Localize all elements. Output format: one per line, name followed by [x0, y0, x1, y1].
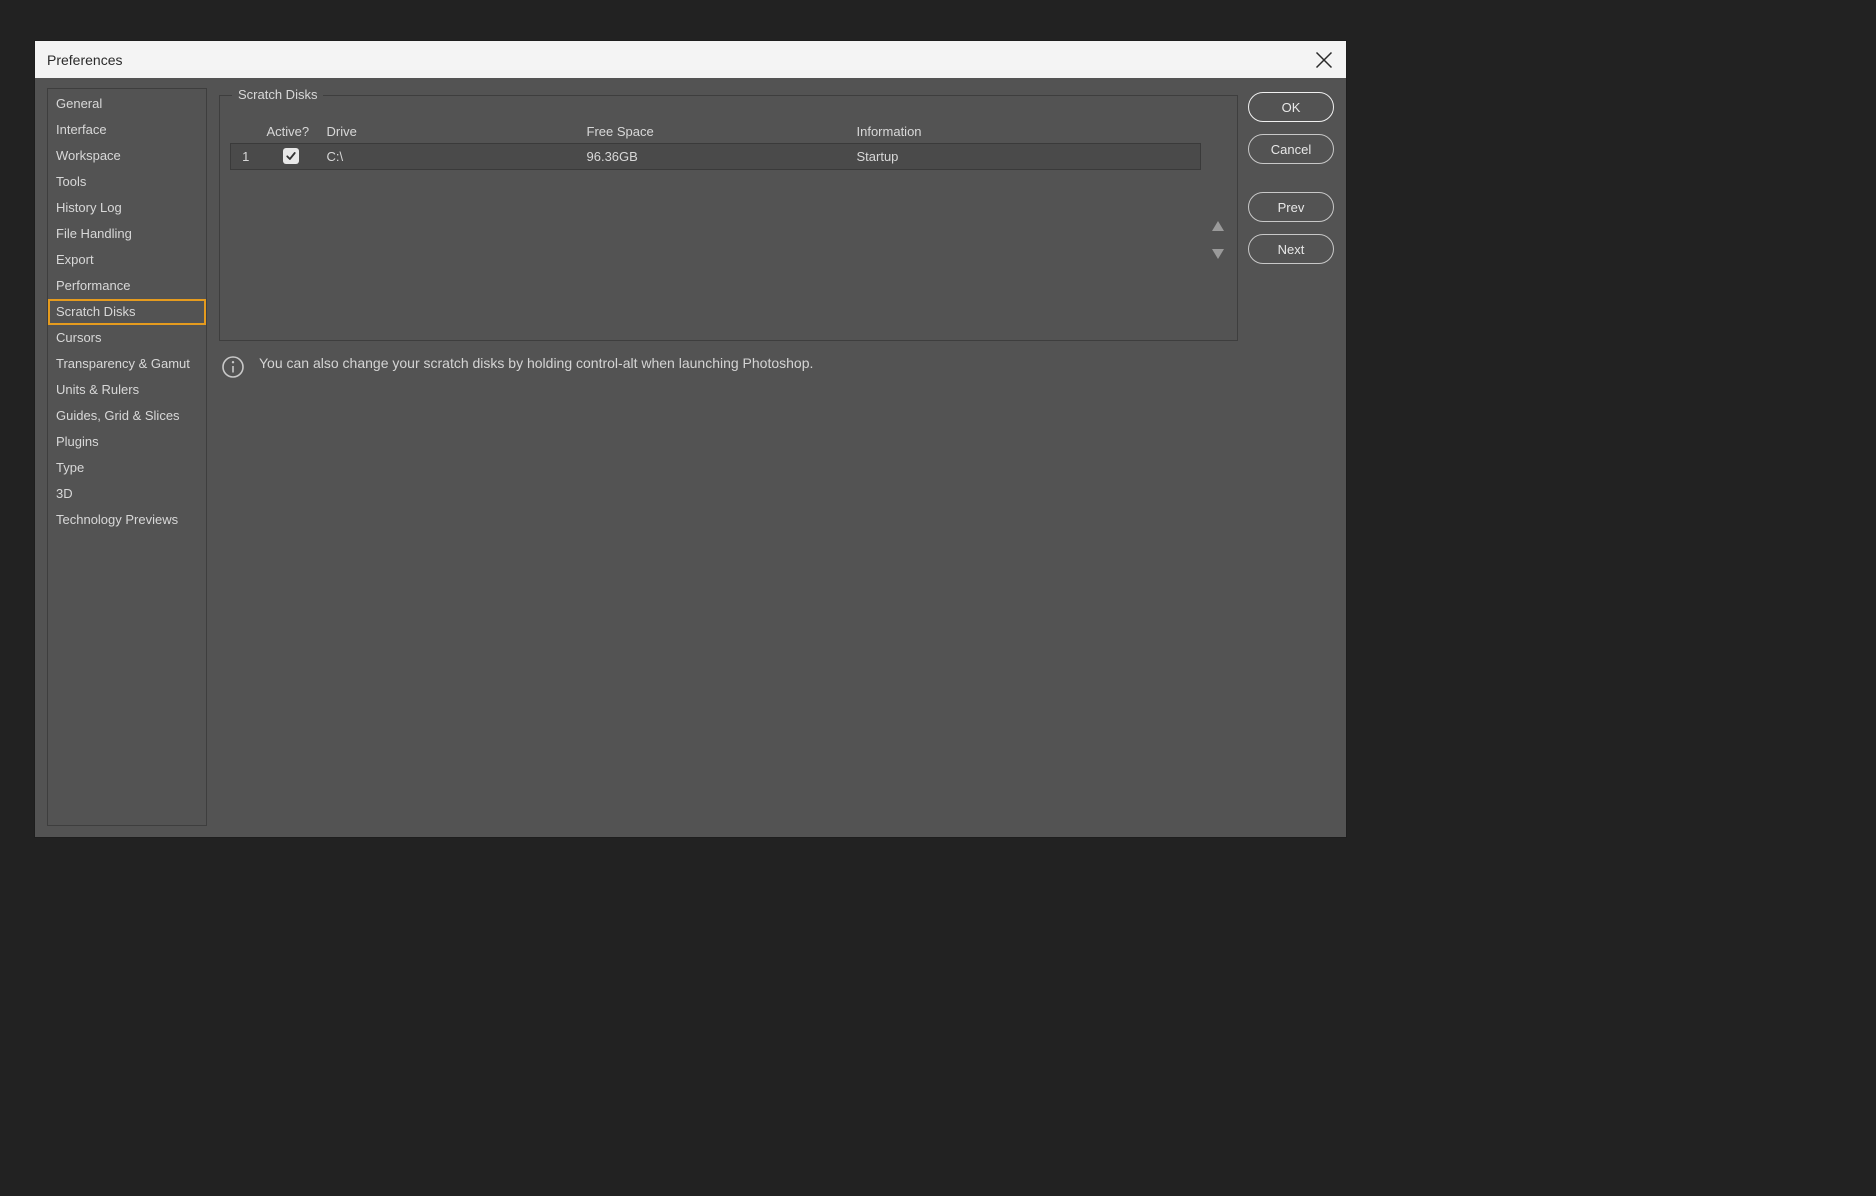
row-information: Startup [851, 144, 1201, 170]
sidebar-item-label: Transparency & Gamut [56, 356, 190, 371]
button-label: Cancel [1271, 142, 1311, 157]
sidebar-item-workspace[interactable]: Workspace [48, 143, 206, 169]
sidebar-item-guides-grid-slices[interactable]: Guides, Grid & Slices [48, 403, 206, 429]
sidebar: General Interface Workspace Tools Histor… [47, 88, 207, 826]
col-header-free-space: Free Space [581, 120, 851, 144]
fieldset-legend: Scratch Disks [232, 87, 323, 102]
sidebar-item-scratch-disks[interactable]: Scratch Disks [48, 299, 206, 325]
move-down-button[interactable] [1209, 245, 1227, 263]
hint-row: You can also change your scratch disks b… [219, 353, 1238, 379]
sidebar-item-label: Tools [56, 174, 86, 189]
sidebar-item-label: General [56, 96, 102, 111]
sidebar-item-type[interactable]: Type [48, 455, 206, 481]
sidebar-item-units-rulers[interactable]: Units & Rulers [48, 377, 206, 403]
triangle-up-icon [1212, 221, 1224, 231]
sidebar-item-label: Type [56, 460, 84, 475]
sidebar-item-label: Plugins [56, 434, 99, 449]
sidebar-item-tools[interactable]: Tools [48, 169, 206, 195]
sidebar-item-label: Scratch Disks [56, 304, 135, 319]
sidebar-item-label: File Handling [56, 226, 132, 241]
close-icon [1314, 50, 1334, 70]
sidebar-item-label: Guides, Grid & Slices [56, 408, 180, 423]
disks-table-wrap: Active? Drive Free Space Information 1 [230, 120, 1201, 330]
active-checkbox[interactable] [283, 148, 299, 164]
buttons-column: OK Cancel Prev Next [1248, 88, 1334, 825]
dialog-body: General Interface Workspace Tools Histor… [35, 78, 1346, 837]
sidebar-item-cursors[interactable]: Cursors [48, 325, 206, 351]
disks-table: Active? Drive Free Space Information 1 [230, 120, 1201, 330]
table-empty-space [231, 170, 1201, 330]
close-button[interactable] [1314, 50, 1334, 70]
sidebar-item-3d[interactable]: 3D [48, 481, 206, 507]
button-label: Next [1278, 242, 1305, 257]
sidebar-item-label: Interface [56, 122, 107, 137]
sidebar-item-file-handling[interactable]: File Handling [48, 221, 206, 247]
sidebar-item-transparency-gamut[interactable]: Transparency & Gamut [48, 351, 206, 377]
col-header-drive: Drive [321, 120, 581, 144]
sidebar-item-interface[interactable]: Interface [48, 117, 206, 143]
button-label: OK [1282, 100, 1301, 115]
cancel-button[interactable]: Cancel [1248, 134, 1334, 164]
sidebar-item-label: Cursors [56, 330, 102, 345]
preferences-dialog: Preferences General Interface Workspace … [34, 40, 1347, 838]
sidebar-item-label: Performance [56, 278, 130, 293]
check-icon [285, 150, 297, 162]
row-free-space: 96.36GB [581, 144, 851, 170]
table-row[interactable]: 1 C:\ 96.36GB Startup [231, 144, 1201, 170]
next-button[interactable]: Next [1248, 234, 1334, 264]
content: Scratch Disks Active? [219, 88, 1238, 825]
sidebar-item-label: Units & Rulers [56, 382, 139, 397]
triangle-down-icon [1212, 249, 1224, 259]
main-panel: Scratch Disks Active? [219, 88, 1334, 825]
titlebar: Preferences [35, 41, 1346, 78]
button-label: Prev [1278, 200, 1305, 215]
ok-button[interactable]: OK [1248, 92, 1334, 122]
table-header-row: Active? Drive Free Space Information [231, 120, 1201, 144]
sidebar-item-technology-previews[interactable]: Technology Previews [48, 507, 206, 533]
row-drive: C:\ [321, 144, 581, 170]
sidebar-item-performance[interactable]: Performance [48, 273, 206, 299]
sidebar-item-label: Technology Previews [56, 512, 178, 527]
move-up-button[interactable] [1209, 217, 1227, 235]
disks-area: Active? Drive Free Space Information 1 [230, 120, 1227, 330]
sidebar-item-label: History Log [56, 200, 122, 215]
row-index: 1 [231, 144, 261, 170]
hint-text: You can also change your scratch disks b… [259, 353, 813, 373]
reorder-arrows [1209, 120, 1227, 330]
sidebar-item-general[interactable]: General [48, 91, 206, 117]
info-icon [221, 355, 245, 379]
sidebar-item-export[interactable]: Export [48, 247, 206, 273]
col-header-information: Information [851, 120, 1201, 144]
col-header-active: Active? [261, 120, 321, 144]
sidebar-item-label: 3D [56, 486, 73, 501]
prev-button[interactable]: Prev [1248, 192, 1334, 222]
sidebar-item-label: Export [56, 252, 94, 267]
dialog-title: Preferences [47, 52, 1314, 68]
sidebar-item-history-log[interactable]: History Log [48, 195, 206, 221]
sidebar-item-plugins[interactable]: Plugins [48, 429, 206, 455]
scratch-disks-fieldset: Scratch Disks Active? [219, 95, 1238, 341]
sidebar-item-label: Workspace [56, 148, 121, 163]
